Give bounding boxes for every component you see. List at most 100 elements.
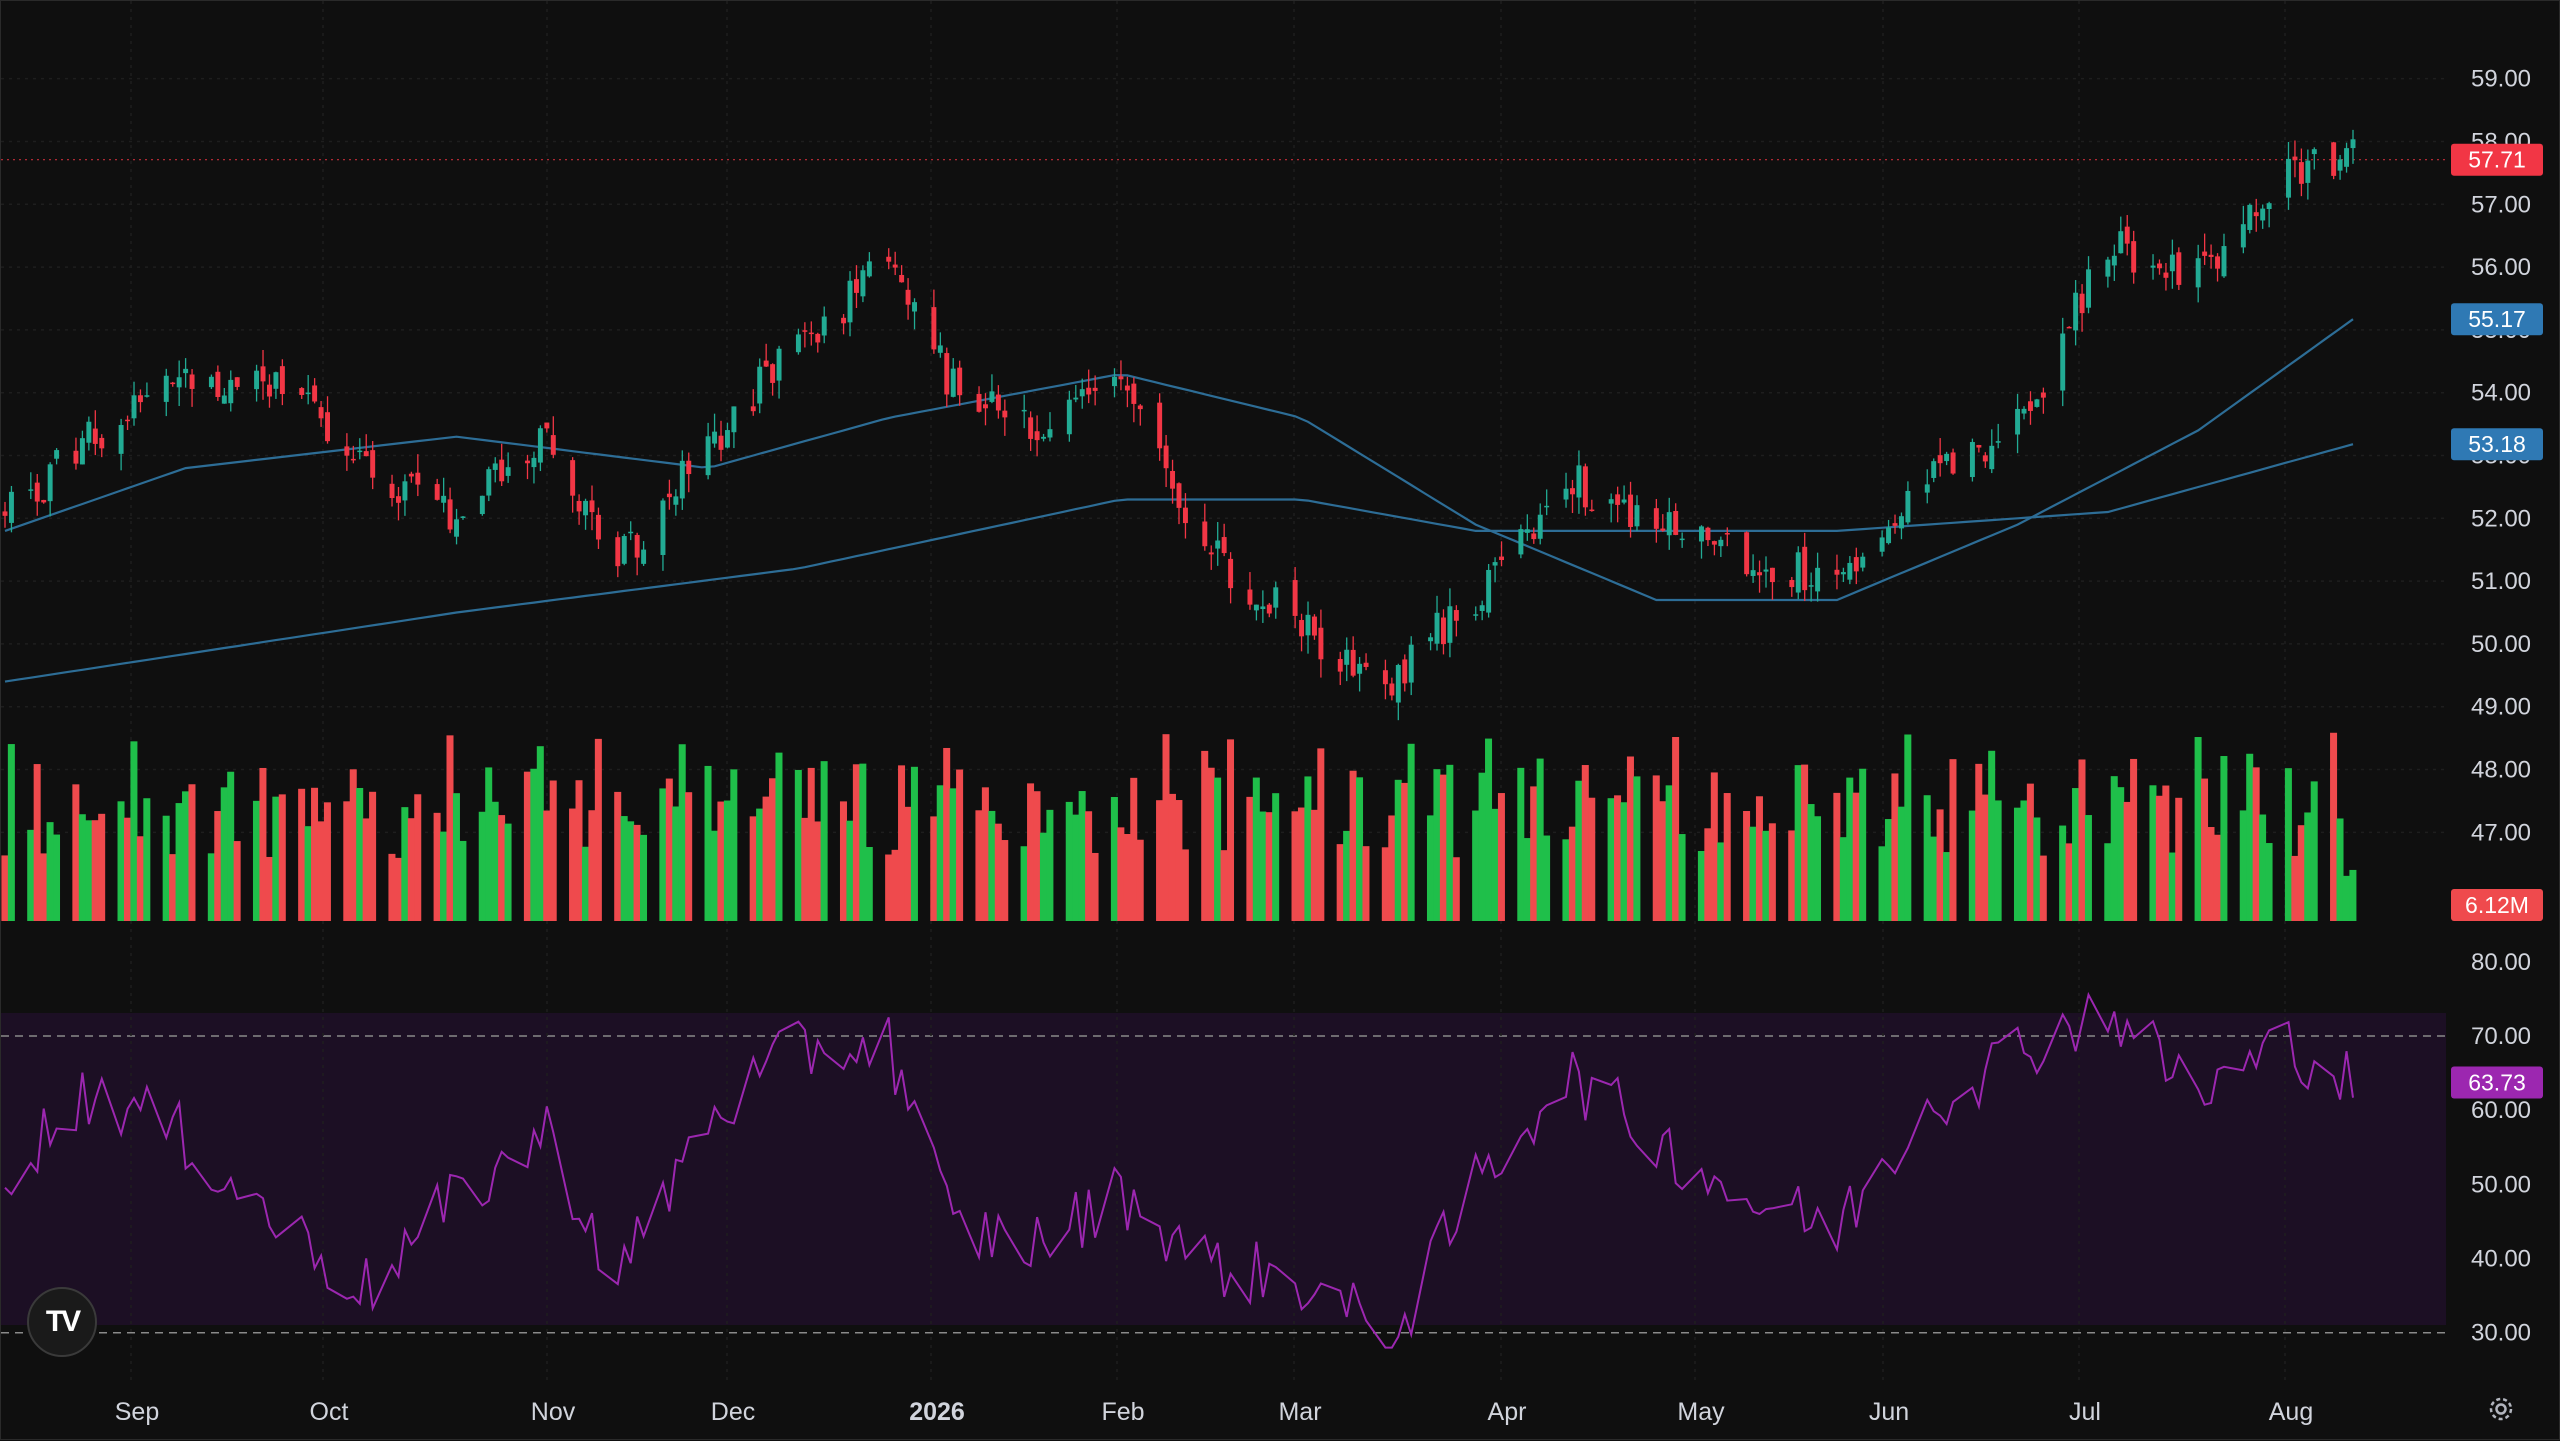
candle-body	[1305, 614, 1311, 636]
volume-bar	[936, 785, 944, 921]
volume-bar	[298, 788, 306, 921]
volume-bar	[530, 768, 538, 921]
candle-body	[1253, 604, 1259, 611]
candle-body	[415, 472, 421, 485]
candle-body	[2260, 208, 2266, 221]
volume-bar	[685, 792, 693, 921]
volume-bar	[272, 796, 280, 921]
candle-body	[944, 353, 950, 395]
month-label: Jun	[1869, 1398, 1909, 1426]
candle-body	[892, 264, 898, 268]
candle-body	[41, 499, 47, 503]
settings-button[interactable]	[2485, 1393, 2521, 1429]
volume-bar	[2033, 817, 2041, 921]
candle-body	[325, 412, 331, 442]
candle-body	[589, 500, 595, 513]
volume-bar	[1297, 807, 1305, 921]
volume-bar	[2259, 814, 2267, 921]
chart-root[interactable]: 59.0058.0057.0056.0055.0054.0053.0052.00…	[0, 0, 2560, 1440]
tradingview-logo[interactable]: TV	[27, 1287, 97, 1357]
volume-bar	[1356, 777, 1364, 921]
volume-bar	[1130, 777, 1138, 921]
volume-bar	[975, 810, 983, 921]
candle-body	[776, 348, 782, 381]
candle-body	[34, 482, 40, 502]
candle-body	[370, 450, 376, 478]
candle-body	[2298, 162, 2304, 184]
volume-bar	[1697, 850, 1705, 921]
volume-bar	[2123, 801, 2131, 921]
candle-body	[2034, 399, 2040, 407]
candle-body	[1924, 484, 1930, 493]
volume-bar	[659, 788, 667, 921]
price-tick-label: 48.00	[2471, 757, 2531, 784]
volume-bar	[1426, 815, 1434, 921]
candle-body	[718, 435, 724, 450]
volume-bar	[485, 767, 493, 921]
volume-bar	[1530, 786, 1538, 921]
candle-body	[47, 464, 53, 502]
volume-bar	[2149, 785, 2157, 921]
month-label: May	[1677, 1398, 1725, 1426]
price-tick-label: 51.00	[2471, 568, 2531, 595]
volume-bar	[549, 780, 557, 921]
candle-body	[1266, 604, 1272, 614]
stock-chart[interactable]: 59.0058.0057.0056.0055.0054.0053.0052.00…	[1, 1, 2560, 1441]
candle-body	[931, 307, 937, 350]
candle-body	[1402, 659, 1408, 684]
candle-body	[2350, 139, 2356, 149]
volume-bar	[2207, 827, 2215, 921]
candle-body	[1608, 499, 1614, 504]
candle-body	[995, 394, 1001, 411]
volume-bar	[2252, 767, 2260, 921]
candle-body	[279, 366, 285, 395]
volume-bar	[1923, 795, 1931, 921]
ma-fast-badge-text: 55.17	[2468, 306, 2526, 332]
candles[interactable]	[2, 129, 2356, 721]
candle-body	[1357, 663, 1363, 674]
volume-bar	[1201, 750, 1209, 921]
candle-body	[1769, 567, 1775, 583]
volume-bar	[2304, 812, 2312, 921]
volume-bar	[2039, 855, 2047, 921]
candle-body	[1982, 455, 1988, 462]
candle-body	[1086, 387, 1092, 395]
candle-body	[847, 280, 853, 323]
candle-body	[1976, 444, 1982, 448]
volume-bar	[1897, 806, 1905, 921]
candle-body	[1292, 580, 1298, 616]
candle-body	[2015, 408, 2021, 435]
volume-bar	[594, 738, 602, 921]
candle-body	[266, 384, 272, 397]
volume-bar	[581, 846, 589, 921]
volume-bar	[1633, 776, 1641, 921]
rsi-tick-label: 40.00	[2471, 1246, 2531, 1273]
volume-bar	[317, 821, 325, 921]
volume-bar	[1930, 836, 1938, 921]
volume-bar	[1439, 774, 1447, 921]
price-tick-label: 47.00	[2471, 819, 2531, 846]
volume-bar	[1749, 826, 1757, 921]
volume-bar	[401, 807, 409, 921]
candle-body	[937, 345, 943, 353]
volume-bar	[1343, 830, 1351, 921]
volume-bar	[33, 764, 41, 921]
candle-body	[434, 484, 440, 500]
candle-body	[460, 516, 466, 518]
candle-body	[1447, 606, 1453, 643]
candle-body	[1047, 429, 1053, 438]
volume-bar	[1491, 808, 1499, 921]
volume-bar	[1091, 852, 1099, 921]
candle-body	[1440, 617, 1446, 645]
candle-body	[1634, 505, 1640, 527]
candle-body	[260, 366, 266, 382]
volume-bar	[2084, 815, 2092, 921]
volume-bar	[2065, 843, 2073, 921]
volume-bar	[988, 810, 996, 921]
candle-body	[1615, 494, 1621, 505]
volume-bar	[1388, 815, 1396, 921]
candle-body	[1228, 558, 1234, 589]
candle-body	[1176, 483, 1182, 508]
candle-body	[1131, 383, 1137, 404]
candle-body	[731, 406, 737, 433]
